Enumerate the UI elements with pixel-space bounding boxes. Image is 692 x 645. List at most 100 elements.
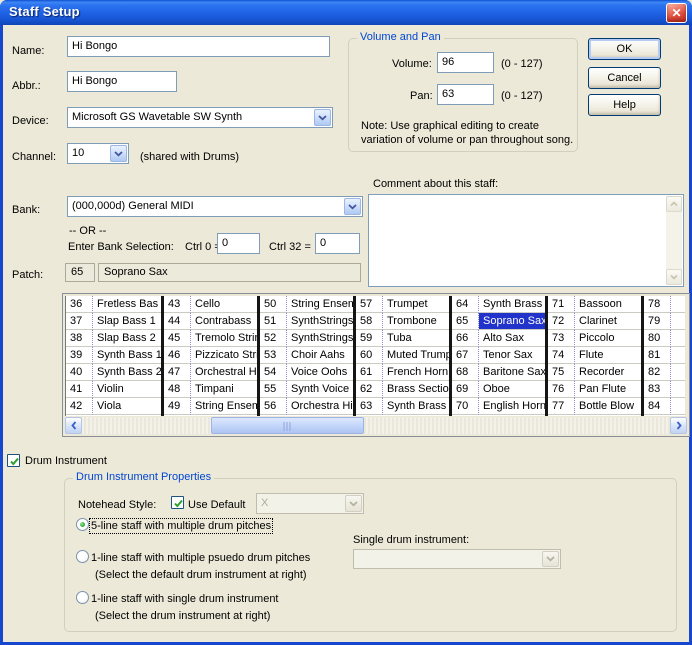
patch-number-cell[interactable]: 73 [548, 330, 575, 347]
patch-name-cell[interactable] [671, 381, 685, 398]
patch-name-cell[interactable]: Timpani [191, 381, 257, 398]
patch-number-cell[interactable]: 72 [548, 313, 575, 330]
name-input[interactable]: Hi Bongo [67, 36, 330, 57]
patch-name-cell[interactable]: Voice Oohs [287, 364, 353, 381]
patch-name-cell[interactable]: Pan Flute [575, 381, 641, 398]
patch-number-cell[interactable]: 66 [452, 330, 479, 347]
patch-name-cell[interactable]: French Horn [383, 364, 449, 381]
patch-name-cell[interactable] [671, 313, 685, 330]
patch-number-cell[interactable]: 84 [644, 398, 671, 415]
cancel-button[interactable]: Cancel [588, 67, 661, 89]
patch-name-cell[interactable]: Baritone Sax [479, 364, 545, 381]
patch-number-cell[interactable]: 82 [644, 364, 671, 381]
title-bar[interactable]: Staff Setup ✕ [0, 0, 692, 25]
patch-number-cell[interactable]: 74 [548, 347, 575, 364]
patch-number-cell[interactable]: 48 [164, 381, 191, 398]
patch-number-cell[interactable]: 78 [644, 296, 671, 313]
radio-5line-multiple[interactable] [76, 518, 89, 531]
patch-name-cell[interactable]: Piccolo [575, 330, 641, 347]
patch-number-cell[interactable]: 51 [260, 313, 287, 330]
patch-name-cell[interactable]: Tuba [383, 330, 449, 347]
patch-number-cell[interactable]: 37 [66, 313, 93, 330]
ok-button[interactable]: OK [588, 38, 661, 60]
patch-name-cell[interactable]: Viola [93, 398, 161, 415]
patch-number-cell[interactable]: 77 [548, 398, 575, 415]
scroll-up-icon[interactable] [666, 196, 682, 212]
patch-number-cell[interactable]: 53 [260, 347, 287, 364]
patch-name-cell[interactable]: Choir Aahs [287, 347, 353, 364]
patch-number-cell[interactable]: 47 [164, 364, 191, 381]
radio-1line-pseudo[interactable] [76, 550, 89, 563]
help-button[interactable]: Help [588, 94, 661, 116]
patch-number-cell[interactable]: 46 [164, 347, 191, 364]
patch-number-cell[interactable]: 56 [260, 398, 287, 415]
comment-textarea[interactable] [368, 194, 684, 287]
use-default-checkbox[interactable] [171, 496, 184, 509]
pan-input[interactable]: 63 [437, 84, 494, 105]
patch-number-cell[interactable]: 41 [66, 381, 93, 398]
patch-number-cell[interactable]: 76 [548, 381, 575, 398]
volume-input[interactable]: 96 [437, 52, 494, 73]
patch-name-cell[interactable]: Synth Bass 1 [93, 347, 161, 364]
patch-number-cell[interactable]: 54 [260, 364, 287, 381]
patch-name-cell[interactable]: Oboe [479, 381, 545, 398]
patch-name-cell[interactable]: Tremolo Strin [191, 330, 257, 347]
patch-name-cell[interactable]: Orchestra Hit [287, 398, 353, 415]
patch-table-hscrollbar[interactable] [65, 417, 687, 434]
patch-number-cell[interactable]: 55 [260, 381, 287, 398]
patch-number-cell[interactable]: 57 [356, 296, 383, 313]
patch-number-cell[interactable]: 39 [66, 347, 93, 364]
patch-name-cell[interactable]: Muted Trump [383, 347, 449, 364]
patch-name-cell[interactable]: Cello [191, 296, 257, 313]
patch-number-cell[interactable]: 58 [356, 313, 383, 330]
patch-number-cell[interactable]: 44 [164, 313, 191, 330]
patch-number-cell[interactable]: 36 [66, 296, 93, 313]
patch-number-cell[interactable]: 80 [644, 330, 671, 347]
patch-name-cell[interactable] [671, 347, 685, 364]
channel-select[interactable]: 10 [67, 143, 129, 164]
patch-name-cell[interactable]: Synth Voice [287, 381, 353, 398]
radio-1line-single-label[interactable]: 1-line staff with single drum instrument [91, 593, 279, 605]
patch-name-cell[interactable]: Synth Bass 2 [93, 364, 161, 381]
chevron-down-icon[interactable] [344, 198, 361, 215]
patch-number-cell[interactable]: 40 [66, 364, 93, 381]
patch-number-cell[interactable]: 81 [644, 347, 671, 364]
patch-name-cell[interactable]: Trumpet [383, 296, 449, 313]
patch-name-cell[interactable]: Trombone [383, 313, 449, 330]
ctrl32-input[interactable]: 0 [315, 233, 360, 254]
radio-1line-single[interactable] [76, 591, 89, 604]
hscroll-thumb[interactable] [211, 417, 364, 434]
patch-name-cell[interactable] [671, 364, 685, 381]
patch-name-cell[interactable]: Synth Brass [383, 398, 449, 415]
ctrl0-input[interactable]: 0 [217, 233, 260, 254]
chevron-down-icon[interactable] [314, 109, 331, 126]
patch-name-cell[interactable] [671, 330, 685, 347]
bank-select[interactable]: (000,000d) General MIDI [67, 196, 363, 217]
scroll-right-icon[interactable] [670, 417, 687, 434]
patch-number-cell[interactable]: 64 [452, 296, 479, 313]
patch-name-cell[interactable]: SynthStrings [287, 330, 353, 347]
patch-name-cell[interactable]: Violin [93, 381, 161, 398]
scroll-left-icon[interactable] [65, 417, 82, 434]
patch-name-cell[interactable]: Bottle Blow [575, 398, 641, 415]
patch-name-cell[interactable]: String Ensem [287, 296, 353, 313]
patch-number-cell[interactable]: 61 [356, 364, 383, 381]
patch-number-cell[interactable]: 75 [548, 364, 575, 381]
patch-name-cell[interactable]: Pizzicato Stri [191, 347, 257, 364]
patch-name-cell[interactable]: English Horn [479, 398, 545, 415]
patch-name-cell[interactable]: Clarinet [575, 313, 641, 330]
close-button[interactable]: ✕ [666, 3, 687, 23]
patch-number-cell[interactable]: 71 [548, 296, 575, 313]
patch-number-cell[interactable]: 68 [452, 364, 479, 381]
patch-name-cell[interactable]: String Ensem [191, 398, 257, 415]
patch-name-cell[interactable]: Fretless Bas [93, 296, 161, 313]
patch-number-cell[interactable]: 83 [644, 381, 671, 398]
patch-number-cell[interactable]: 43 [164, 296, 191, 313]
patch-name-cell[interactable]: Recorder [575, 364, 641, 381]
patch-number-cell[interactable]: 45 [164, 330, 191, 347]
patch-name-cell[interactable]: Contrabass [191, 313, 257, 330]
patch-number-cell[interactable]: 63 [356, 398, 383, 415]
patch-name-cell[interactable]: Slap Bass 1 [93, 313, 161, 330]
patch-name-cell[interactable]: Flute [575, 347, 641, 364]
hscroll-track[interactable] [82, 417, 670, 434]
